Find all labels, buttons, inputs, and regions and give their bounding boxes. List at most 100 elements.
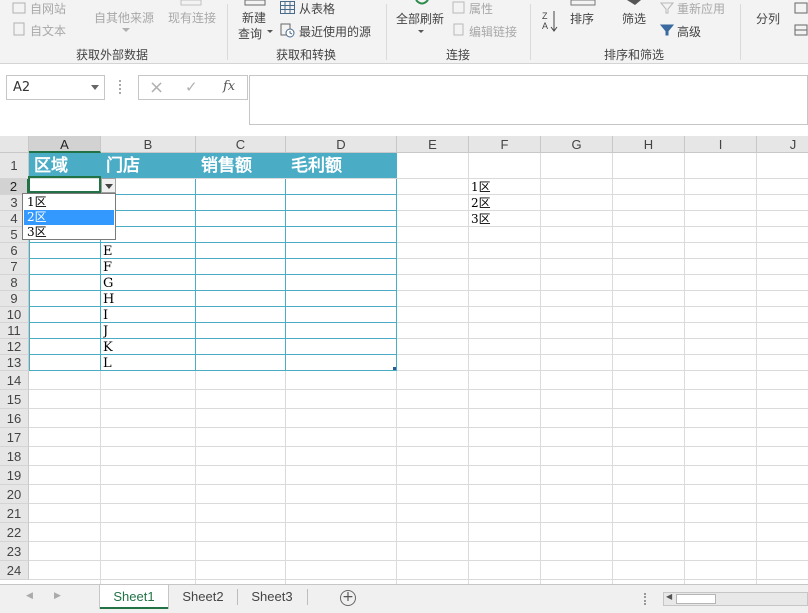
edit-links-button[interactable]: 编辑链接: [452, 22, 522, 39]
row-header-1[interactable]: 1: [0, 153, 29, 179]
column-header-b[interactable]: B: [101, 136, 196, 153]
column-header-a[interactable]: A: [29, 136, 101, 153]
column-header-i[interactable]: I: [685, 136, 757, 153]
gridline-horizontal: [29, 408, 808, 409]
table-header-cell[interactable]: 门店: [101, 153, 196, 178]
row-header-10[interactable]: 10: [0, 307, 29, 323]
cell-f2[interactable]: 1区: [471, 180, 540, 195]
split-column-button[interactable]: 分列: [752, 0, 786, 40]
cell-b13[interactable]: L: [103, 356, 195, 371]
formula-bar: A2 × ✓ fx: [0, 64, 808, 136]
cell-b12[interactable]: K: [103, 340, 195, 355]
sheet-tab-sheet1[interactable]: Sheet1: [100, 585, 168, 609]
table-header-cell[interactable]: 毛利额: [286, 153, 397, 178]
existing-connections-button[interactable]: 现有连接: [166, 0, 220, 40]
table-icon: [280, 1, 295, 14]
advanced-button[interactable]: 高级: [660, 22, 720, 39]
gridline-horizontal: [29, 503, 808, 504]
row-header-17[interactable]: 17: [0, 428, 29, 447]
cell-b9[interactable]: H: [103, 292, 195, 307]
column-header-g[interactable]: G: [541, 136, 613, 153]
row-header-18[interactable]: 18: [0, 447, 29, 466]
gridline-horizontal: [29, 446, 808, 447]
row-header-13[interactable]: 13: [0, 355, 29, 371]
cell-f4[interactable]: 3区: [471, 212, 540, 227]
tab-separator: [307, 589, 308, 605]
sort-button[interactable]: 排序: [566, 0, 600, 40]
from-text-button[interactable]: 自文本: [10, 21, 70, 38]
filter-button[interactable]: 筛选: [618, 0, 652, 40]
refresh-icon: [415, 0, 429, 5]
data-validation-list[interactable]: 1区 2区 3区: [22, 193, 116, 240]
worksheet-grid[interactable]: ABCDEFGHIJ 1 2 3 4 5 6 7 8 9 10 11 12 13 14 15 16 17 18 19…: [0, 136, 808, 584]
row-header-21[interactable]: 21: [0, 504, 29, 523]
reapply-button[interactable]: 重新应用: [660, 0, 740, 16]
row-header-19[interactable]: 19: [0, 466, 29, 485]
recent-sources-button[interactable]: 最近使用的源: [280, 22, 380, 39]
scrollbar-thumb[interactable]: [676, 594, 716, 604]
row-header-7[interactable]: 7: [0, 259, 29, 275]
from-other-sources-button[interactable]: 自其他来源: [92, 0, 158, 40]
scroll-right-icon[interactable]: ▶: [54, 591, 61, 601]
add-sheet-button[interactable]: +: [340, 590, 356, 606]
column-header-j[interactable]: J: [757, 136, 808, 153]
row-header-23[interactable]: 23: [0, 542, 29, 561]
formula-input[interactable]: [249, 75, 808, 125]
chevron-down-icon[interactable]: [91, 85, 99, 90]
dropdown-option[interactable]: 3区: [24, 225, 114, 240]
table-resize-handle-icon[interactable]: [393, 367, 396, 370]
table-column-border: [396, 179, 397, 371]
recent-sources-icon: [280, 23, 295, 38]
active-cell-a2[interactable]: [28, 176, 101, 193]
table-header-cell[interactable]: 区域: [29, 153, 101, 178]
from-web-button[interactable]: 自网站: [10, 0, 70, 16]
fx-icon[interactable]: fx: [223, 79, 235, 94]
column-header-f[interactable]: F: [469, 136, 541, 153]
dropdown-option[interactable]: 1区: [24, 195, 114, 210]
from-other-label: 自其他来源: [94, 11, 155, 25]
row-header-9[interactable]: 9: [0, 291, 29, 307]
cancel-icon[interactable]: ×: [149, 77, 164, 98]
remove-duplicates-icon[interactable]: [794, 24, 808, 36]
tab-split-handle-icon[interactable]: [644, 593, 647, 605]
row-header-8[interactable]: 8: [0, 275, 29, 291]
scroll-left-icon[interactable]: ◀: [26, 591, 33, 601]
row-header-16[interactable]: 16: [0, 409, 29, 428]
column-header-h[interactable]: H: [613, 136, 685, 153]
sheet-tab-sheet2[interactable]: Sheet2: [170, 585, 236, 609]
data-validation-dropdown-button[interactable]: [101, 178, 116, 193]
column-header-d[interactable]: D: [286, 136, 397, 153]
row-header-12[interactable]: 12: [0, 339, 29, 355]
row-header-15[interactable]: 15: [0, 390, 29, 409]
row-header-14[interactable]: 14: [0, 371, 29, 390]
row-header-24[interactable]: 24: [0, 561, 29, 580]
cell-b6[interactable]: E: [103, 244, 195, 259]
new-query-button[interactable]: 新建 查询: [234, 0, 274, 44]
cell-b8[interactable]: G: [103, 276, 195, 291]
sort-az-button[interactable]: ZA: [540, 8, 560, 36]
name-box[interactable]: A2: [6, 75, 105, 100]
cell-b11[interactable]: J: [103, 324, 195, 339]
table-header-cell[interactable]: 销售额: [196, 153, 286, 178]
cell-f3[interactable]: 2区: [471, 196, 540, 211]
scroll-left-icon[interactable]: ◀: [666, 592, 672, 601]
enter-icon[interactable]: ✓: [185, 78, 198, 96]
sheet-tab-sheet3[interactable]: Sheet3: [238, 585, 306, 609]
flash-fill-icon[interactable]: [794, 2, 808, 14]
refresh-all-button[interactable]: 全部刷新: [394, 0, 448, 42]
column-header-e[interactable]: E: [397, 136, 469, 153]
row-header-6[interactable]: 6: [0, 243, 29, 259]
gridline-vertical: [468, 153, 469, 584]
horizontal-scrollbar[interactable]: ◀: [663, 592, 808, 606]
cell-b7[interactable]: F: [103, 260, 195, 275]
from-table-button[interactable]: 从表格: [280, 0, 350, 16]
row-header-22[interactable]: 22: [0, 523, 29, 542]
column-header-c[interactable]: C: [196, 136, 286, 153]
row-header-11[interactable]: 11: [0, 323, 29, 339]
cell-b10[interactable]: I: [103, 308, 195, 323]
select-all-corner[interactable]: [0, 136, 29, 153]
row-header-20[interactable]: 20: [0, 485, 29, 504]
new-query-icon: [244, 0, 266, 6]
dropdown-option-highlighted[interactable]: 2区: [24, 210, 114, 225]
properties-button[interactable]: 属性: [452, 0, 512, 16]
